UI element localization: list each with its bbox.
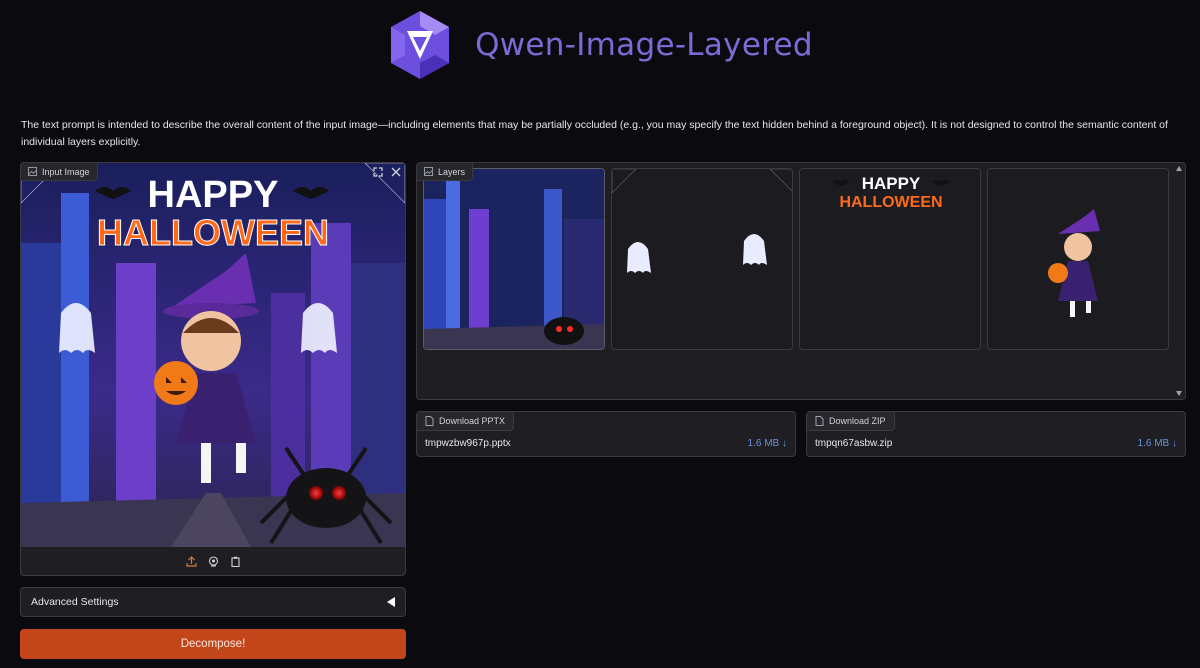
clipboard-icon[interactable] bbox=[228, 554, 242, 568]
input-image-toolbar bbox=[21, 547, 405, 575]
upload-icon[interactable] bbox=[184, 554, 198, 568]
input-image-panel[interactable]: Input Image HAPPY HALLOWEEN bbox=[20, 162, 406, 576]
download-pptx-label-text: Download PPTX bbox=[439, 416, 506, 426]
fullscreen-icon[interactable] bbox=[371, 165, 385, 179]
zip-filesize-download-link[interactable]: 1.6 MB ↓ bbox=[1138, 438, 1177, 449]
pptx-filesize-download-link[interactable]: 1.6 MB ↓ bbox=[748, 438, 787, 449]
advanced-settings-label: Advanced Settings bbox=[31, 596, 119, 608]
image-icon bbox=[424, 167, 433, 176]
file-icon bbox=[815, 416, 824, 426]
decompose-button[interactable]: Decompose! bbox=[20, 629, 406, 659]
file-icon bbox=[425, 416, 434, 426]
header: Qwen-Image-Layered bbox=[0, 0, 1200, 90]
image-icon bbox=[28, 167, 37, 176]
layer-thumbnail-girl[interactable] bbox=[987, 168, 1169, 350]
input-image-label-text: Input Image bbox=[42, 166, 90, 177]
download-zip-label: Download ZIP bbox=[807, 412, 895, 431]
close-icon[interactable] bbox=[389, 165, 403, 179]
webcam-icon[interactable] bbox=[206, 554, 220, 568]
layer-thumbnail-text[interactable]: HAPPY HALLOWEEN bbox=[799, 168, 981, 350]
layer-halloween-text: HALLOWEEN bbox=[839, 194, 942, 211]
advanced-settings-accordion[interactable]: Advanced Settings bbox=[20, 587, 406, 617]
layers-label: Layers bbox=[417, 163, 474, 181]
qwen-logo-icon bbox=[387, 9, 453, 81]
layer-happy-text: HAPPY bbox=[862, 174, 921, 193]
zip-filename[interactable]: tmpqn67asbw.zip bbox=[815, 438, 892, 449]
layer-thumbnail-city[interactable] bbox=[423, 168, 605, 350]
download-zip-panel[interactable]: Download ZIP tmpqn67asbw.zip 1.6 MB ↓ bbox=[806, 411, 1186, 457]
description-text: The text prompt is intended to describe … bbox=[21, 119, 1168, 148]
artwork-halloween-text: HALLOWEEN bbox=[97, 212, 329, 253]
layers-scrollbar[interactable] bbox=[1173, 163, 1185, 399]
input-image-label: Input Image bbox=[21, 163, 98, 181]
download-zip-label-text: Download ZIP bbox=[829, 416, 886, 426]
layers-label-text: Layers bbox=[438, 166, 466, 177]
download-pptx-panel[interactable]: Download PPTX tmpwzbw967p.pptx 1.6 MB ↓ bbox=[416, 411, 796, 457]
artwork-happy-text: HAPPY bbox=[148, 174, 279, 216]
layer-thumbnail-ghosts[interactable] bbox=[611, 168, 793, 350]
app-title: Qwen-Image-Layered bbox=[475, 27, 813, 63]
download-pptx-label: Download PPTX bbox=[417, 412, 515, 431]
pptx-filename[interactable]: tmpwzbw967p.pptx bbox=[425, 438, 511, 449]
halloween-artwork: HAPPY HALLOWEEN bbox=[21, 163, 405, 547]
collapse-arrow-icon bbox=[387, 597, 395, 607]
layers-gallery[interactable]: Layers HAPPY HALLOWEEN bbox=[416, 162, 1186, 400]
